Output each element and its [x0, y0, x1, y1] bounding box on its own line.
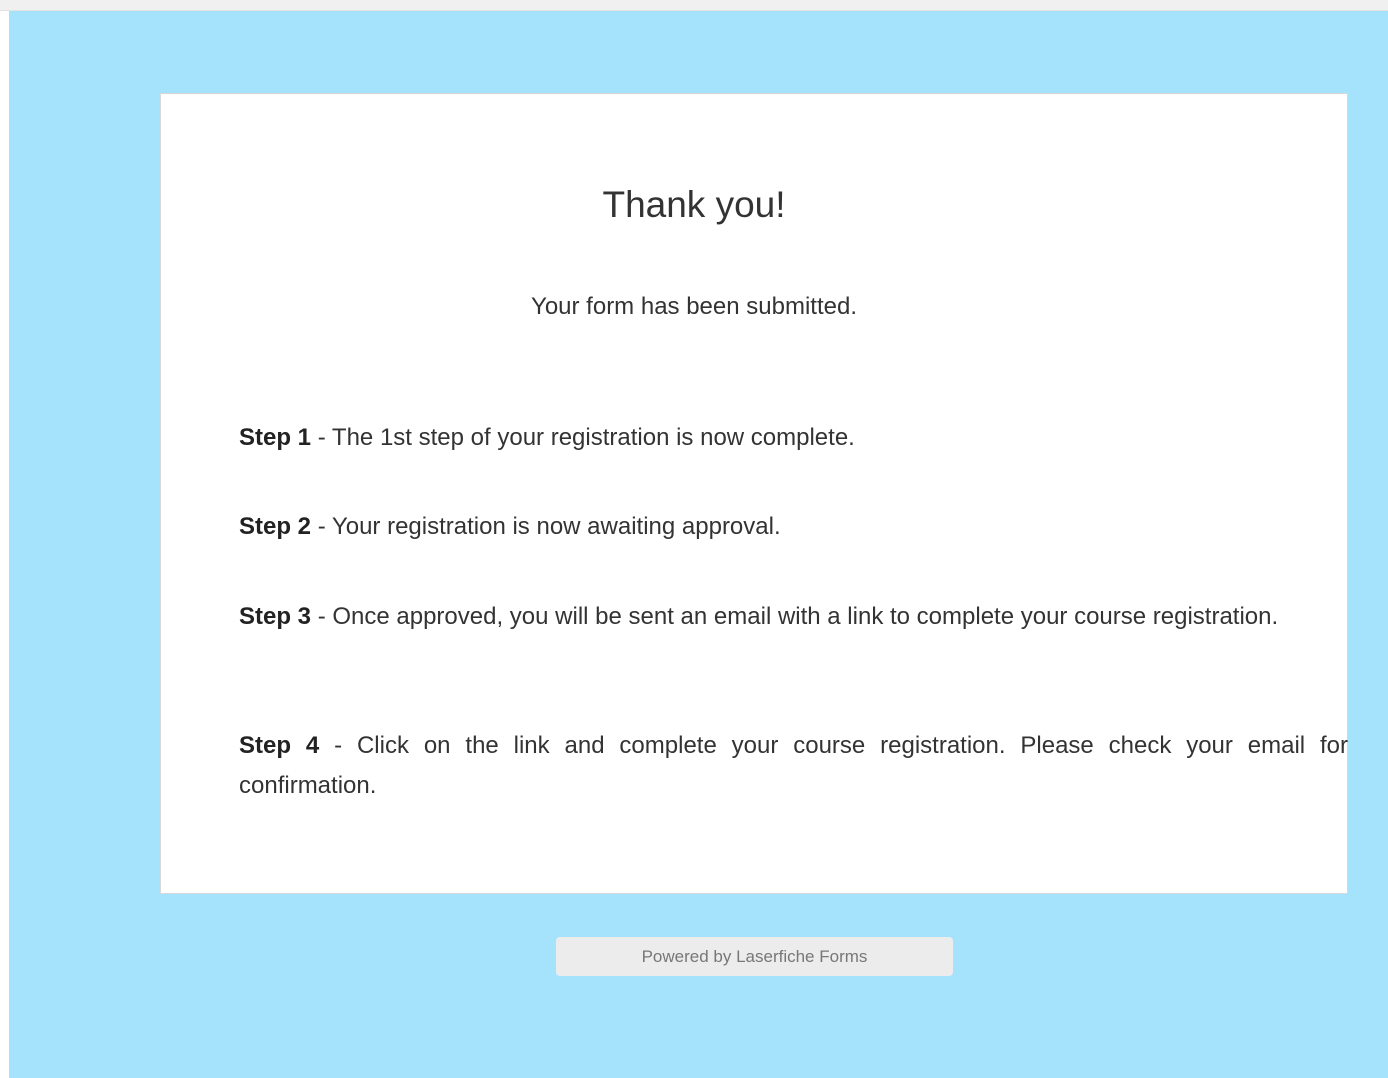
- step-3-label: Step 3: [239, 603, 312, 630]
- step-3-text: - Once approved, you will be sent an ema…: [311, 603, 1279, 630]
- step-4-label: Step 4: [239, 732, 320, 759]
- page-title: Thank you!: [602, 184, 786, 225]
- powered-by-footer-link[interactable]: Powered by Laserfiche Forms: [556, 937, 953, 976]
- submitted-message: Your form has been submitted.: [531, 293, 857, 320]
- step-1-label: Step 1: [239, 424, 312, 451]
- step-3: Step 3 - Once approved, you will be sent…: [239, 597, 1348, 637]
- step-4: Step 4 - Click on the link and complete …: [239, 726, 1348, 806]
- step-2-label: Step 2: [239, 513, 312, 540]
- step-4-text: - Click on the link and complete your co…: [239, 732, 1348, 799]
- step-2-text: - Your registration is now awaiting appr…: [311, 513, 781, 540]
- step-1-text: - The 1st step of your registration is n…: [311, 424, 855, 451]
- step-1: Step 1 - The 1st step of your registrati…: [239, 418, 1348, 458]
- step-2: Step 2 - Your registration is now awaiti…: [239, 507, 1348, 547]
- browser-top-strip: [0, 0, 1388, 11]
